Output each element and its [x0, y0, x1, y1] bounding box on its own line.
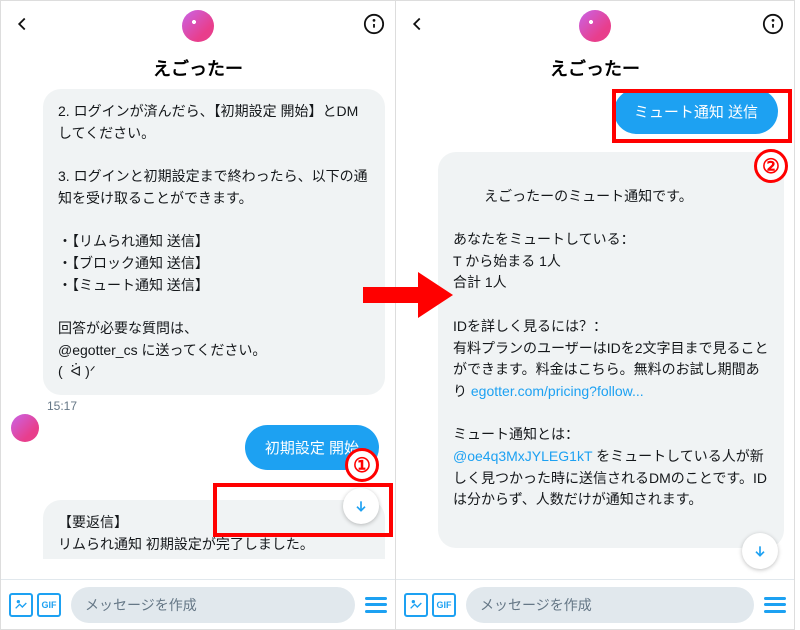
annotation-circle-2: ② [754, 149, 788, 183]
timestamp: 15:17 [47, 399, 385, 413]
message-text: ミュート通知とは： [453, 426, 579, 442]
gif-icon[interactable]: GIF [37, 593, 61, 617]
info-icon[interactable] [762, 13, 784, 40]
compose-input[interactable]: メッセージを作成 [466, 587, 754, 623]
avatar [11, 414, 39, 442]
back-icon[interactable] [11, 13, 33, 40]
photo-icon[interactable] [9, 593, 33, 617]
avatar[interactable] [579, 10, 611, 42]
page-title: えごったー [1, 51, 395, 89]
scroll-down-button[interactable] [742, 533, 778, 569]
user-link[interactable]: @oe4q3MxJYLEG1kT [453, 448, 592, 464]
annotation-circle-1: ① [345, 448, 379, 482]
menu-icon[interactable] [764, 597, 786, 613]
scroll-down-button[interactable] [343, 488, 379, 524]
incoming-message: 【要返信】 リムられ通知 初期設定が完了しました。 [43, 500, 385, 559]
info-icon[interactable] [363, 13, 385, 40]
gif-icon[interactable]: GIF [432, 593, 456, 617]
incoming-message: えごったーのミュート通知です。 あなたをミュートしている： T から始まる 1人… [438, 152, 784, 548]
compose-input[interactable]: メッセージを作成 [71, 587, 355, 623]
back-icon[interactable] [406, 13, 428, 40]
menu-icon[interactable] [365, 597, 387, 613]
avatar[interactable] [182, 10, 214, 42]
photo-icon[interactable] [404, 593, 428, 617]
message-text: えごったーのミュート通知です。 あなたをミュートしている： T から始まる 1人… [453, 188, 769, 399]
incoming-message: 2. ログインが済んだら、【初期設定 開始】とDMしてください。 3. ログイン… [43, 89, 385, 395]
page-title: えごったー [396, 51, 794, 89]
pricing-link[interactable]: egotter.com/pricing?follow... [471, 383, 644, 399]
arrow-annotation [363, 270, 453, 320]
sent-pill-button[interactable]: ミュート通知 送信 [614, 89, 778, 134]
